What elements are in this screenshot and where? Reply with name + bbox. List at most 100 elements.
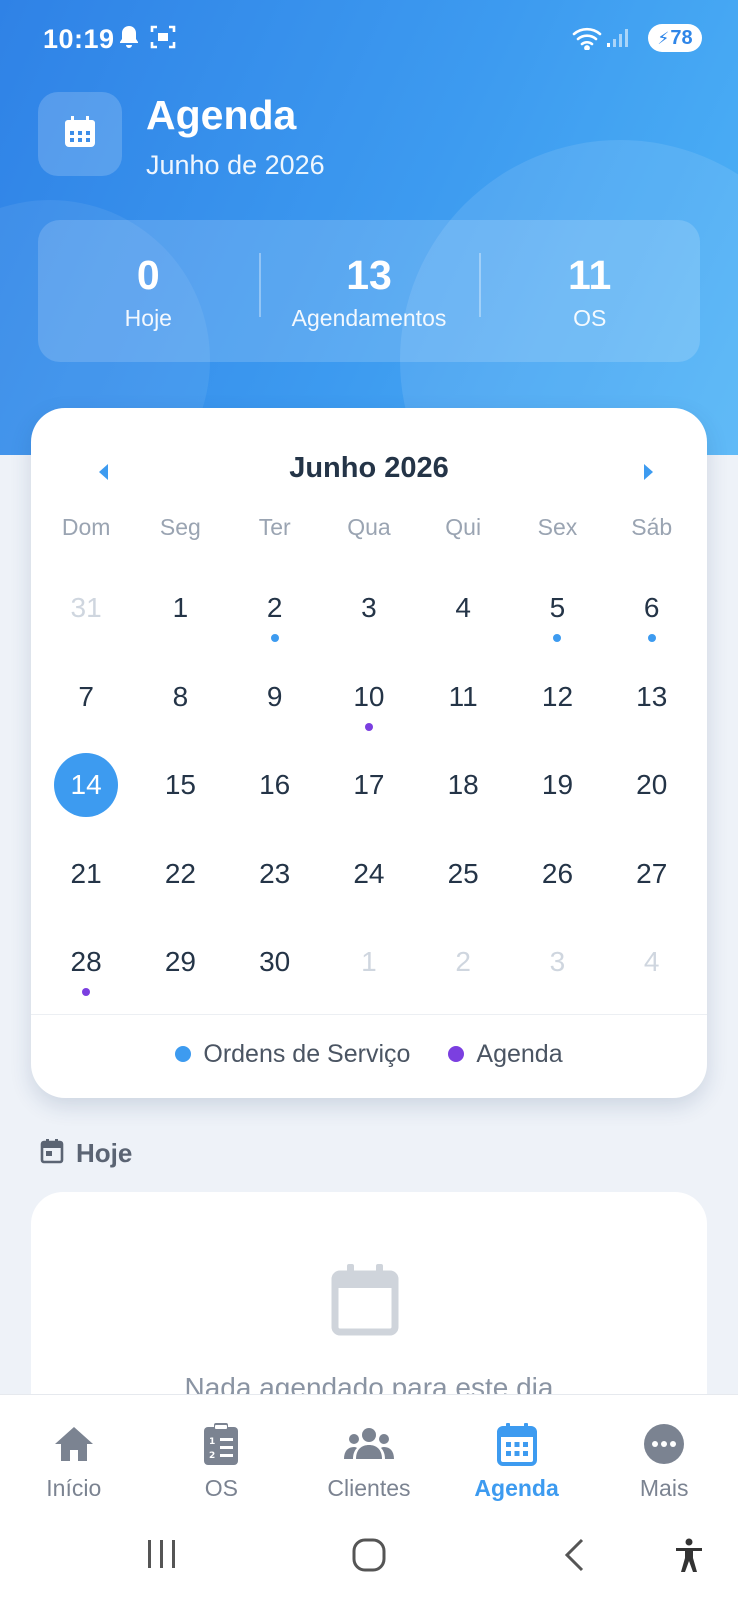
stat-label: Hoje [124,304,172,331]
calendar-day[interactable]: 10 [322,659,416,748]
day-number: 7 [78,680,94,712]
day-number: 12 [541,680,574,712]
home-circle-icon [352,1538,386,1572]
next-month-button[interactable] [631,454,667,490]
header: 10:19 ⚡78 Agenda Junho de 2026 0 Hoje 13… [0,0,738,455]
calendar-day[interactable]: 5 [510,570,604,659]
day-number: 3 [549,946,566,977]
nav-item-os[interactable]: 12 OS [148,1395,296,1518]
day-number: 16 [259,769,291,800]
nav-item-clientes[interactable]: Clientes [295,1395,443,1518]
calendar-day[interactable]: 11 [416,659,510,748]
calendar-day[interactable]: 2 [416,924,510,1013]
stat-value: 13 [346,251,392,298]
calendar-day[interactable]: 1 [322,924,416,1013]
calendar-day[interactable]: 7 [39,659,133,748]
day-number: 15 [164,769,196,800]
calendar-day[interactable]: 12 [510,659,604,748]
calendar-day[interactable]: 19 [510,747,604,836]
calendar-day-selected[interactable]: 14 [39,747,133,836]
calendar-day[interactable]: 27 [605,836,699,925]
agenda-event-dot [364,722,373,731]
day-number: 17 [353,769,385,800]
day-number: 24 [353,857,385,889]
calendar-day[interactable]: 29 [133,924,227,1013]
calendar-day[interactable]: 17 [322,747,416,836]
recent-apps-icon [148,1540,175,1568]
recent-apps-button[interactable] [146,1538,178,1575]
day-number: 14 [54,753,119,817]
battery-level: 78 [670,27,693,49]
calendar-day[interactable]: 28 [39,924,133,1013]
calendar-day[interactable]: 3 [322,570,416,659]
nav-item-agenda[interactable]: Agenda [443,1395,591,1518]
back-button[interactable] [562,1538,586,1577]
calendar-day[interactable]: 2 [228,570,322,659]
accessibility-button[interactable] [674,1538,704,1579]
status-time: 10:19 [43,24,115,54]
legend-item-os: Ordens de Serviço [175,1040,410,1069]
divider [31,1014,707,1015]
weekday-label: Qui [445,514,482,540]
calendar-day[interactable]: 25 [416,836,510,925]
home-system-button[interactable] [352,1538,386,1577]
calendar-icon [62,114,98,155]
calendar-day[interactable]: 31 [39,570,133,659]
nav-item-mais[interactable]: Mais [590,1395,738,1518]
stat-value: 0 [136,251,160,298]
legend-label: Agenda [476,1039,563,1068]
calendar-day[interactable]: 1 [133,570,227,659]
calendar-day[interactable]: 20 [605,747,699,836]
nav-label: Mais [639,1475,689,1501]
calendar-day[interactable]: 21 [39,836,133,925]
day-number: 28 [70,946,102,977]
day-number: 11 [448,680,478,712]
calendar-day[interactable]: 6 [605,570,699,659]
calendar-day[interactable]: 24 [322,836,416,925]
nav-label: Agenda [474,1475,559,1501]
stat-value: 11 [568,251,612,298]
nav-label: Início [46,1475,102,1501]
calendar-day[interactable]: 13 [605,659,699,748]
calendar-week-row: 14 15 16 17 18 19 20 [39,747,699,836]
weekday-label: Sáb [631,514,673,540]
calendar-day[interactable]: 4 [605,924,699,1013]
calendar-grid: 31 1 2 3 4 5 6 7 8 9 10 11 12 13 14 15 16 17 18 19 20 21 22 23 2… [39,570,699,1013]
stat-label: OS [573,304,607,331]
calendar-day[interactable]: 16 [228,747,322,836]
day-number: 5 [549,592,566,623]
nav-item-inicio[interactable]: Início [0,1395,148,1518]
calendar-legend: Ordens de Serviço Agenda [31,1024,707,1084]
accessibility-icon [676,1538,702,1572]
day-number: 9 [266,680,283,712]
calendar-day[interactable]: 30 [228,924,322,1013]
day-number: 3 [361,592,377,623]
calendar-day[interactable]: 23 [228,836,322,925]
day-number: 13 [636,680,668,712]
calendar-day[interactable]: 15 [133,747,227,836]
stat-os: 11 OS [479,251,700,332]
screenshot-icon [150,24,176,55]
calendar-day[interactable]: 22 [133,836,227,925]
calendar-day[interactable]: 8 [133,659,227,748]
nav-label: OS [204,1475,238,1501]
legend-dot-agenda [448,1046,465,1062]
day-number: 20 [636,769,668,800]
calendar-day[interactable]: 26 [510,836,604,925]
calendar-day[interactable]: 4 [416,570,510,659]
calendar-day[interactable]: 18 [416,747,510,836]
day-number: 4 [455,592,471,623]
stat-label: Agendamentos [291,304,447,331]
today-title: Hoje [76,1138,133,1168]
legend-dot-os [175,1046,192,1062]
calendar-icon [443,1421,591,1467]
back-chevron-icon [564,1538,584,1572]
wifi-icon [572,26,604,55]
day-number: 21 [70,857,102,889]
chevron-right-icon [644,464,653,480]
day-number: 23 [259,857,291,889]
calendar-day[interactable]: 9 [228,659,322,748]
signal-icon [606,28,630,53]
calendar-day[interactable]: 3 [510,924,604,1013]
day-number: 25 [447,857,479,889]
